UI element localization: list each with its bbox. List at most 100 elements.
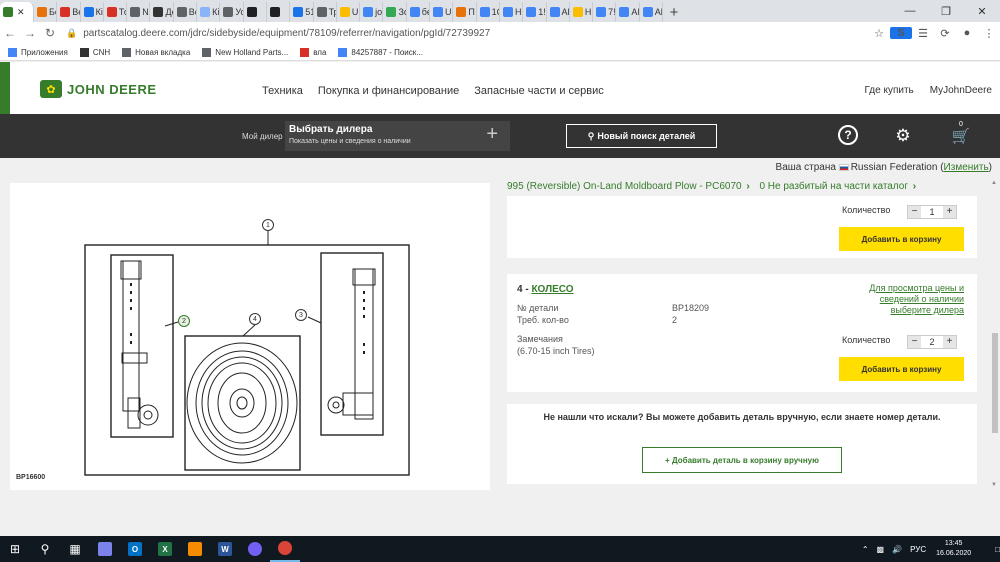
chevron-up-icon[interactable]: ⌃ bbox=[862, 545, 869, 554]
network-icon[interactable]: ▩ bbox=[877, 545, 885, 554]
browser-tab[interactable]: Бе bbox=[34, 2, 58, 22]
browser-tab[interactable]: Al bbox=[616, 2, 640, 22]
close-tab-icon[interactable]: ✕ bbox=[17, 7, 25, 18]
search-icon[interactable]: ⚲ bbox=[30, 536, 60, 562]
new-tab-button[interactable]: + bbox=[663, 2, 685, 22]
tab-favicon-icon bbox=[363, 7, 374, 17]
breadcrumb-item-model[interactable]: 995 (Reversible) On-Land Moldboard Plow … bbox=[507, 181, 742, 192]
add-to-cart-button[interactable]: Добавить в корзину bbox=[839, 227, 964, 251]
taskbar-app-word[interactable]: W bbox=[210, 536, 240, 562]
browser-tab[interactable]: Ur bbox=[337, 2, 361, 22]
taskbar-app-outlook[interactable]: O bbox=[120, 536, 150, 562]
sync-icon[interactable]: ⟳ bbox=[934, 27, 956, 40]
media-icon[interactable]: ☰ bbox=[912, 27, 934, 40]
where-to-buy-link[interactable]: Где купить bbox=[865, 85, 914, 96]
browser-tab[interactable]: бє bbox=[407, 2, 431, 22]
browser-tab[interactable]: 1! bbox=[523, 2, 547, 22]
increment-button[interactable]: + bbox=[943, 336, 956, 348]
add-to-cart-button[interactable]: Добавить в корзину bbox=[839, 357, 964, 381]
browser-tab[interactable] bbox=[267, 2, 291, 22]
bookmark-item[interactable]: Приложения bbox=[8, 47, 68, 57]
select-dealer-price-link[interactable]: Для просмотра цены и сведений о наличии … bbox=[854, 283, 964, 316]
breadcrumb-item-catalog[interactable]: 0 Не разбитый на части каталог bbox=[759, 181, 908, 192]
reload-icon[interactable]: ↻ bbox=[40, 26, 60, 40]
forward-icon[interactable]: → bbox=[20, 26, 40, 40]
callout-1[interactable]: 1 bbox=[262, 219, 274, 231]
taskbar-app-chrome[interactable] bbox=[270, 536, 300, 562]
cart-icon[interactable]: 🛒 bbox=[950, 125, 972, 147]
minimize-icon[interactable]: — bbox=[892, 0, 928, 22]
menu-icon[interactable]: ⋮ bbox=[978, 27, 1000, 40]
browser-tab[interactable]: Ве bbox=[57, 2, 81, 22]
quantity-input[interactable]: 1 bbox=[921, 207, 943, 217]
quantity-input[interactable]: 2 bbox=[921, 337, 943, 347]
taskbar-app-excel[interactable]: X bbox=[150, 536, 180, 562]
callout-3[interactable]: 3 bbox=[295, 309, 307, 321]
browser-tab[interactable]: N bbox=[127, 2, 151, 22]
browser-tab[interactable]: П bbox=[453, 2, 477, 22]
task-view-icon[interactable]: ▦ bbox=[60, 536, 90, 562]
browser-tab[interactable]: Тс bbox=[104, 2, 128, 22]
browser-tab[interactable]: Н bbox=[570, 2, 594, 22]
part-name-link[interactable]: КОЛЕСО bbox=[531, 284, 573, 295]
browser-tab[interactable]: jo bbox=[360, 2, 384, 22]
taskbar-app-viber[interactable] bbox=[240, 536, 270, 562]
bookmark-star-icon[interactable]: ☆ bbox=[868, 27, 890, 40]
clock[interactable]: 13:45 16.06.2020 bbox=[936, 539, 971, 559]
browser-tab[interactable]: Де bbox=[150, 2, 174, 22]
browser-tab[interactable]: Тр bbox=[314, 2, 337, 22]
browser-tab[interactable]: 7! bbox=[593, 2, 617, 22]
bookmark-item[interactable]: вла bbox=[300, 47, 326, 57]
close-window-icon[interactable]: ✕ bbox=[964, 0, 1000, 22]
language-indicator[interactable]: РУС bbox=[910, 545, 926, 554]
windows-start-icon[interactable]: ⊞ bbox=[0, 536, 30, 562]
myjohndeere-link[interactable]: MyJohnDeere bbox=[930, 85, 992, 96]
bookmark-item[interactable]: Новая вкладка bbox=[122, 47, 190, 57]
decrement-button[interactable]: − bbox=[908, 336, 921, 348]
browser-tab[interactable]: Кі bbox=[197, 2, 221, 22]
callout-4[interactable]: 4 bbox=[249, 313, 261, 325]
browser-tab[interactable] bbox=[244, 2, 267, 22]
browser-tab[interactable]: Al bbox=[547, 2, 570, 22]
browser-tab[interactable]: Н bbox=[500, 2, 524, 22]
maximize-icon[interactable]: ❐ bbox=[928, 0, 964, 22]
callout-2[interactable]: 2 bbox=[178, 315, 190, 327]
nav-item-equipment[interactable]: Техника bbox=[262, 85, 303, 97]
browser-tab[interactable]: 51 bbox=[290, 2, 314, 22]
taskbar-app-save[interactable] bbox=[90, 536, 120, 562]
browser-tab[interactable]: 1C bbox=[477, 2, 500, 22]
profile-icon[interactable]: ● bbox=[956, 27, 978, 39]
john-deere-logo[interactable]: ✿ JOHN DEERE bbox=[40, 80, 157, 98]
not-found-text: Не нашли что искали? Вы можете добавить … bbox=[543, 412, 941, 422]
bookmark-item[interactable]: 84257887 - Поиск... bbox=[338, 47, 423, 57]
change-country-link[interactable]: Изменить bbox=[944, 162, 989, 173]
browser-tab[interactable]: U bbox=[430, 2, 454, 22]
bookmark-item[interactable]: CNH bbox=[79, 47, 110, 57]
decrement-button[interactable]: − bbox=[908, 206, 921, 218]
browser-tab[interactable]: Al bbox=[640, 2, 664, 22]
url-field[interactable]: 🔒 partscatalog.deere.com/jdrc/sidebyside… bbox=[66, 24, 860, 42]
extension-icon[interactable]: S bbox=[890, 27, 912, 39]
gear-icon[interactable]: ⚙ bbox=[892, 125, 914, 147]
bookmark-item[interactable]: New Holland Parts... bbox=[202, 47, 288, 57]
back-icon[interactable]: ← bbox=[0, 26, 20, 40]
taskbar-app-vlc[interactable] bbox=[180, 536, 210, 562]
browser-tab[interactable]: Кі bbox=[81, 2, 104, 22]
new-parts-search-button[interactable]: ⚲ Новый поиск деталей bbox=[566, 124, 717, 148]
page-scrollbar[interactable]: ▲ ▼ bbox=[990, 178, 1000, 490]
increment-button[interactable]: + bbox=[943, 206, 956, 218]
volume-icon[interactable]: 🔊 bbox=[892, 545, 902, 554]
scroll-down-icon[interactable]: ▼ bbox=[991, 482, 997, 488]
nav-item-finance[interactable]: Покупка и финансирование bbox=[318, 85, 459, 97]
nav-item-parts[interactable]: Запасные части и сервис bbox=[474, 85, 604, 97]
add-part-manually-button[interactable]: + Добавить деталь в корзину вручную bbox=[642, 447, 842, 473]
browser-tab[interactable]: ✕ bbox=[0, 2, 34, 22]
scroll-up-icon[interactable]: ▲ bbox=[991, 180, 997, 186]
help-icon[interactable]: ? bbox=[838, 125, 858, 145]
dealer-select[interactable]: Выбрать дилера Показать цены и сведения … bbox=[285, 121, 510, 151]
browser-tab[interactable]: Вс bbox=[174, 2, 198, 22]
browser-tab[interactable]: Ус bbox=[220, 2, 244, 22]
browser-tab[interactable]: Зо bbox=[383, 2, 407, 22]
notifications-icon[interactable]: □ bbox=[995, 545, 1000, 554]
scrollbar-thumb[interactable] bbox=[992, 333, 998, 433]
